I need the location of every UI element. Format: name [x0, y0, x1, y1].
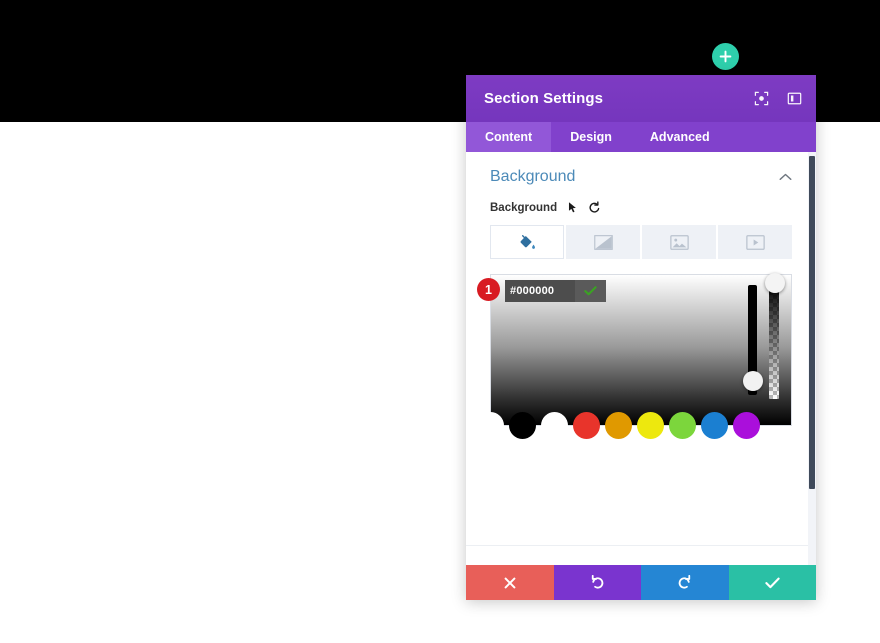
opacity-slider-handle[interactable]	[765, 273, 785, 293]
tab-advanced[interactable]: Advanced	[631, 122, 729, 152]
tab-design[interactable]: Design	[551, 122, 631, 152]
redo-icon	[678, 575, 691, 589]
preset-swatch[interactable]	[573, 411, 600, 439]
background-type-image[interactable]	[642, 225, 716, 259]
preset-swatch[interactable]	[477, 411, 504, 439]
modal-scrollbar-thumb[interactable]	[809, 156, 815, 489]
color-fill-icon	[520, 234, 535, 249]
background-section-header[interactable]: Background	[466, 152, 816, 196]
background-type-color[interactable]	[490, 225, 564, 259]
preset-swatch-row	[477, 411, 791, 439]
background-type-video[interactable]	[718, 225, 792, 259]
modal-footer	[466, 565, 816, 600]
video-icon	[745, 234, 765, 250]
hex-input-group	[505, 280, 606, 302]
color-picker: 1	[477, 273, 792, 439]
preset-swatch[interactable]	[541, 411, 568, 439]
chevron-up-icon[interactable]	[779, 173, 792, 181]
preset-swatch[interactable]	[509, 411, 536, 439]
check-icon	[765, 577, 780, 588]
undo-button[interactable]	[553, 565, 641, 600]
cursor-pointer-icon[interactable]	[566, 201, 579, 214]
app-root: Section Settings Content Design Advanced…	[0, 0, 880, 643]
save-button[interactable]	[728, 565, 816, 600]
undo-icon	[591, 575, 604, 589]
background-type-tabs	[490, 225, 792, 259]
gradient-icon	[593, 234, 613, 250]
plus-icon	[719, 50, 732, 63]
hue-slider-handle[interactable]	[743, 371, 763, 391]
modal-header-actions	[754, 75, 802, 122]
section-settings-modal: Section Settings Content Design Advanced…	[466, 75, 816, 600]
close-icon	[504, 577, 516, 588]
hex-color-input[interactable]	[505, 280, 575, 302]
modal-tabs: Content Design Advanced	[466, 122, 816, 152]
preset-swatch[interactable]	[637, 411, 664, 439]
layout-panel-icon[interactable]	[787, 91, 802, 106]
redo-button[interactable]	[641, 565, 729, 600]
background-type-gradient[interactable]	[566, 225, 640, 259]
cancel-button[interactable]	[466, 565, 554, 600]
focus-expand-icon[interactable]	[754, 91, 769, 106]
image-icon	[669, 234, 689, 250]
modal-header: Section Settings	[466, 75, 816, 122]
tab-content[interactable]: Content	[466, 122, 552, 152]
add-section-button[interactable]	[712, 43, 739, 70]
step-badge-1: 1	[477, 278, 500, 301]
page-title: Section Settings	[484, 90, 604, 107]
preset-swatch[interactable]	[701, 411, 728, 439]
background-field-label: Background	[490, 201, 558, 214]
background-field-row: Background	[466, 196, 816, 221]
hex-confirm-button[interactable]	[575, 280, 606, 302]
preset-swatch[interactable]	[605, 411, 632, 439]
admin-label-section[interactable]: Admin Label	[466, 545, 816, 565]
reset-icon[interactable]	[588, 201, 601, 214]
modal-scrollbar-track[interactable]	[808, 152, 816, 565]
opacity-slider-track[interactable]	[769, 283, 779, 399]
background-section-title: Background	[490, 168, 576, 185]
modal-body: Background Background 1 #000000	[466, 152, 816, 565]
preset-swatch[interactable]	[669, 411, 696, 439]
check-icon	[584, 286, 597, 296]
preset-swatch[interactable]	[733, 411, 760, 439]
